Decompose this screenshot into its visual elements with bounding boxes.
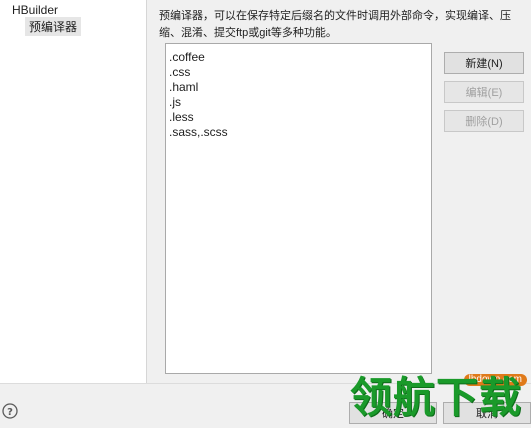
list-item[interactable]: .sass,.scss — [169, 125, 228, 140]
tree-item-precompiler[interactable]: 预编译器 — [25, 17, 82, 36]
list-item[interactable]: .js — [169, 95, 181, 110]
cancel-button[interactable]: 取消 — [443, 402, 531, 424]
precompiler-page: 预编译器，可以在保存特定后缀名的文件时调用外部命令，实现编译、压缩、混淆、提交f… — [147, 0, 531, 383]
delete-button[interactable]: 删除(D) — [444, 110, 524, 132]
question-circle-icon[interactable]: ? — [2, 403, 18, 419]
new-button[interactable]: 新建(N) — [444, 52, 524, 74]
page-description: 预编译器，可以在保存特定后缀名的文件时调用外部命令，实现编译、压缩、混淆、提交f… — [159, 10, 511, 39]
list-item[interactable]: .haml — [169, 80, 198, 95]
preferences-tree: HBuilder 预编译器 — [0, 0, 147, 383]
list-item[interactable]: .less — [169, 110, 194, 125]
list-item[interactable]: .css — [169, 65, 190, 80]
svg-text:?: ? — [7, 407, 13, 418]
list-item[interactable]: .coffee — [169, 50, 205, 65]
tree-item-hbuilder[interactable]: HBuilder — [12, 3, 58, 17]
edit-button[interactable]: 编辑(E) — [444, 81, 524, 103]
ok-button[interactable]: 确定 — [349, 402, 437, 424]
preferences-window: HBuilder 预编译器 预编译器，可以在保存特定后缀名的文件时调用外部命令，… — [0, 0, 531, 428]
dialog-button-bar: ? 确定 取消 — [0, 383, 531, 428]
extension-list[interactable]: .coffee .css .haml .js .less .sass,.scss — [165, 43, 432, 374]
